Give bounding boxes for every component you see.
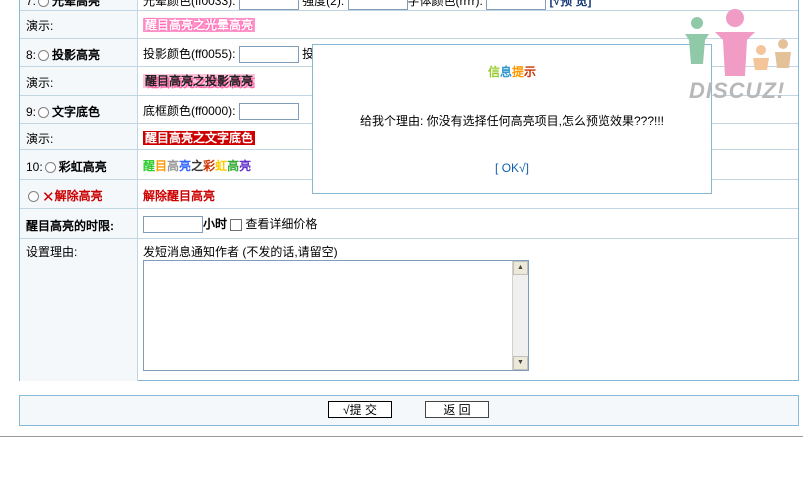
row-reason: 设置理由: 发短消息通知作者 (不发的话,请留空) ▲ ▼ bbox=[20, 238, 798, 381]
time-limit-label: 醒目高亮的时限: bbox=[26, 219, 114, 233]
ok-button[interactable]: [ OK√] bbox=[313, 161, 711, 175]
option-label: 光晕高亮 bbox=[52, 0, 101, 8]
dialog-title-char: 示 bbox=[524, 65, 537, 79]
glow-preview: 醒目高亮之光晕高亮 bbox=[143, 18, 256, 32]
glow-radio[interactable] bbox=[38, 0, 50, 8]
reason-textarea[interactable]: ▲ ▼ bbox=[143, 260, 529, 371]
rainbow-char: 之 bbox=[191, 159, 204, 173]
rainbow-preview: 醒目高亮之彩虹高亮 bbox=[143, 157, 251, 174]
frame-color-input[interactable] bbox=[238, 103, 299, 121]
rainbow-radio[interactable] bbox=[44, 162, 56, 174]
footer-divider bbox=[0, 436, 803, 437]
price-checkbox-label: 查看详细价格 bbox=[245, 217, 318, 231]
people-icon bbox=[685, 9, 791, 76]
price-checkbox[interactable] bbox=[230, 218, 243, 231]
row-glow: 7: 光晕高亮 光晕颜色(ff0033): 强度(2): 字体颜色(rrrr): … bbox=[20, 0, 798, 11]
rainbow-char: 亮 bbox=[239, 159, 252, 173]
shadow-preview: 醒目高亮之投影高亮 bbox=[143, 74, 256, 88]
dialog-message: 给我个理由: 你没有选择任何高亮项目,怎么预览效果???!!! bbox=[359, 114, 665, 128]
rainbow-char: 彩 bbox=[203, 159, 216, 173]
option-label: 文字底色 bbox=[52, 105, 101, 119]
button-bar: √提 交 返 回 bbox=[19, 395, 799, 426]
glow-color-input[interactable] bbox=[238, 0, 299, 11]
row-number: 8: bbox=[26, 48, 37, 62]
textbg-preview: 醒目高亮之文字底色 bbox=[143, 131, 256, 145]
remove-value: 解除醒目高亮 bbox=[143, 189, 216, 203]
dialog-title-char: 提 bbox=[512, 65, 525, 79]
red-x-icon: ✕ bbox=[42, 188, 55, 206]
rainbow-char: 高 bbox=[227, 159, 240, 173]
rainbow-char: 亮 bbox=[179, 159, 192, 173]
dialog-title-char: 息 bbox=[499, 65, 512, 79]
row-number: 10: bbox=[26, 160, 43, 174]
shadow-color-label: 投影颜色(ff0055): bbox=[143, 47, 236, 61]
row-glow-demo: 演示: 醒目高亮之光晕高亮 bbox=[20, 10, 798, 38]
shadow-radio[interactable] bbox=[38, 50, 50, 62]
row-number: 9: bbox=[26, 105, 37, 119]
textarea-scrollbar[interactable]: ▲ ▼ bbox=[512, 261, 528, 370]
strength-input[interactable] bbox=[347, 0, 408, 11]
strength-label: 强度(2): bbox=[302, 0, 345, 8]
frame-color-label: 底框颜色(ff0000): bbox=[143, 104, 236, 118]
scroll-up-icon[interactable]: ▲ bbox=[513, 261, 528, 275]
dialog-title-char: 信 bbox=[487, 65, 500, 79]
rainbow-char: 高 bbox=[167, 159, 180, 173]
logo-text: DISCUZ! bbox=[689, 78, 786, 103]
row-number: 7: bbox=[26, 0, 37, 8]
reason-label: 设置理由: bbox=[26, 245, 78, 259]
row-time-limit: 醒目高亮的时限: 小时 查看详细价格 bbox=[20, 208, 798, 238]
scroll-down-icon[interactable]: ▼ bbox=[513, 356, 528, 370]
option-label: 彩虹高亮 bbox=[58, 160, 107, 174]
remove-label: 解除高亮 bbox=[54, 189, 103, 203]
shadow-color-input[interactable] bbox=[238, 46, 299, 64]
glow-color-label: 光晕颜色(ff0033): bbox=[143, 0, 236, 8]
font-color-input[interactable] bbox=[486, 0, 547, 11]
rainbow-char: 醒 bbox=[143, 159, 156, 173]
demo-label: 演示: bbox=[26, 132, 54, 146]
option-label: 投影高亮 bbox=[52, 48, 101, 62]
discuz-logo: DISCUZ! bbox=[683, 4, 795, 103]
dialog-title: 信息提示 bbox=[313, 63, 711, 80]
textbg-radio[interactable] bbox=[38, 107, 50, 119]
demo-label: 演示: bbox=[26, 76, 54, 90]
back-button[interactable]: 返 回 bbox=[425, 401, 489, 418]
hours-input[interactable] bbox=[143, 216, 203, 234]
reason-hint: 发短消息通知作者 (不发的话,请留空) bbox=[143, 245, 338, 259]
message-dialog: 信息提示 给我个理由: 你没有选择任何高亮项目,怎么预览效果???!!! [ O… bbox=[312, 44, 712, 194]
remove-radio[interactable] bbox=[28, 191, 39, 203]
submit-button[interactable]: √提 交 bbox=[328, 401, 392, 418]
preview-button[interactable]: [√预 览] bbox=[550, 0, 592, 8]
hours-unit: 小时 bbox=[203, 217, 228, 231]
font-color-label: 字体颜色(rrrr): bbox=[407, 0, 483, 8]
demo-label: 演示: bbox=[26, 19, 54, 33]
rainbow-char: 目 bbox=[155, 159, 168, 173]
rainbow-char: 虹 bbox=[215, 159, 228, 173]
